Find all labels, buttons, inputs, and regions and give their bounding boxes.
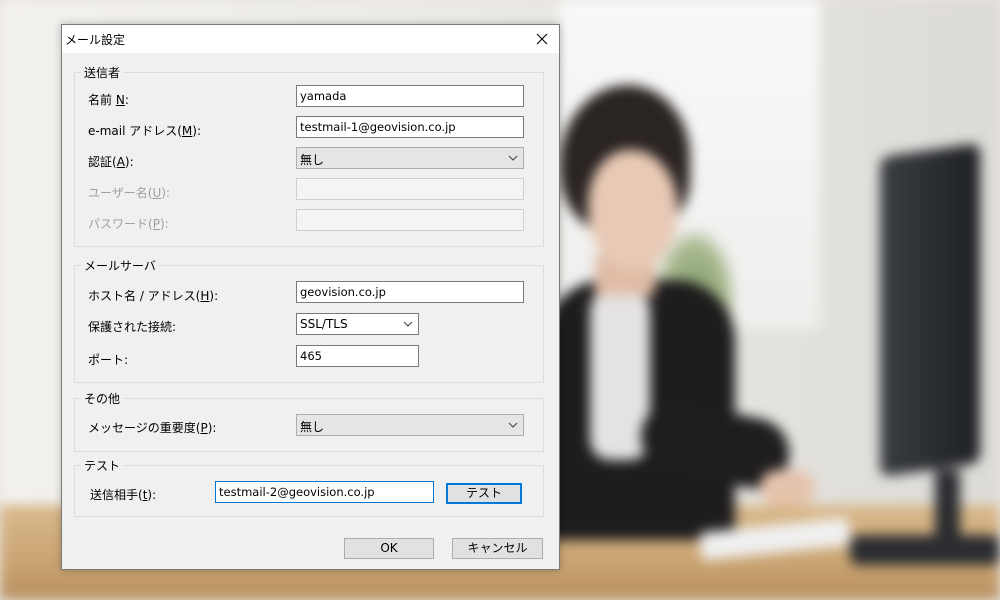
priority-label: メッセージの重要度(P): — [88, 419, 216, 436]
test-group: テスト 送信相手(t): テスト — [74, 457, 544, 517]
background-monitor-base — [850, 535, 1000, 565]
password-label-key: P — [152, 217, 160, 231]
host-label-text: ホスト名 / アドレス( — [88, 289, 201, 303]
username-field[interactable] — [296, 178, 524, 200]
email-label-key: M — [181, 124, 193, 138]
password-label-text: パスワード( — [88, 217, 153, 231]
password-label-suffix: ): — [159, 217, 169, 231]
secure-connection-select[interactable]: SSL/TLS — [296, 313, 419, 335]
secure-connection-value: SSL/TLS — [300, 317, 348, 331]
other-group: その他 メッセージの重要度(P): 無し — [74, 390, 544, 452]
test-button[interactable]: テスト — [446, 483, 522, 504]
recipient-label-suffix: ): — [147, 488, 157, 502]
ok-button[interactable]: OK — [344, 538, 434, 559]
name-label-key: N — [115, 93, 125, 107]
port-field[interactable] — [296, 345, 419, 367]
email-label-suffix: ): — [192, 124, 202, 138]
host-label-suffix: ): — [209, 289, 219, 303]
username-label: ユーザー名(U): — [88, 184, 170, 201]
name-label-text: 名前 — [88, 93, 116, 107]
password-label: パスワード(P): — [88, 215, 169, 232]
priority-label-text: メッセージの重要度( — [88, 421, 201, 435]
recipient-field[interactable] — [215, 481, 434, 503]
auth-select-value: 無し — [300, 153, 325, 167]
name-label: 名前 N: — [88, 93, 129, 107]
auth-label-text: 認証( — [88, 155, 117, 169]
mail-server-group-legend: メールサーバ — [81, 257, 159, 274]
close-icon — [536, 33, 548, 45]
mail-settings-dialog: メール設定 送信者 名前 N: e-mail アドレス(M): 認証(A): 無… — [61, 24, 560, 570]
other-group-legend: その他 — [81, 390, 124, 407]
recipient-label: 送信相手(t): — [90, 486, 156, 503]
password-field[interactable] — [296, 209, 524, 231]
host-field[interactable] — [296, 281, 524, 303]
secure-connection-label: 保護された接続: — [88, 320, 177, 334]
background-monitor-stand — [935, 470, 960, 540]
host-label: ホスト名 / アドレス(H): — [88, 287, 218, 304]
background-person-face — [588, 150, 678, 270]
title-bar: メール設定 — [62, 25, 559, 53]
auth-label-key: A — [116, 155, 125, 169]
sender-group: 送信者 名前 N: e-mail アドレス(M): 認証(A): 無し ユーザー… — [74, 64, 544, 247]
chevron-down-icon — [508, 155, 518, 161]
dialog-title: メール設定 — [65, 33, 126, 47]
cancel-button[interactable]: キャンセル — [452, 538, 543, 559]
close-button[interactable] — [531, 28, 553, 50]
test-group-legend: テスト — [81, 457, 124, 474]
background-person-hand — [760, 470, 815, 505]
email-field[interactable] — [296, 116, 524, 138]
username-label-text: ユーザー名( — [88, 186, 153, 200]
auth-select[interactable]: 無し — [296, 147, 524, 169]
chevron-down-icon — [403, 321, 413, 327]
chevron-down-icon — [508, 422, 518, 428]
username-label-key: U — [152, 186, 162, 200]
auth-label: 認証(A): — [88, 153, 134, 170]
email-label-text: e-mail アドレス( — [88, 124, 182, 138]
port-label: ポート: — [88, 353, 129, 367]
auth-label-suffix: ): — [124, 155, 134, 169]
name-field[interactable] — [296, 85, 524, 107]
mail-server-group: メールサーバ ホスト名 / アドレス(H): 保護された接続: SSL/TLS … — [74, 257, 544, 383]
priority-label-key: P — [200, 421, 208, 435]
priority-label-suffix: ): — [207, 421, 217, 435]
priority-select[interactable]: 無し — [296, 414, 524, 436]
username-label-suffix: ): — [161, 186, 170, 200]
priority-select-value: 無し — [300, 420, 325, 434]
sender-group-legend: 送信者 — [81, 64, 124, 81]
email-label: e-mail アドレス(M): — [88, 122, 201, 139]
recipient-label-text: 送信相手( — [90, 488, 143, 502]
background-monitor — [880, 142, 980, 478]
